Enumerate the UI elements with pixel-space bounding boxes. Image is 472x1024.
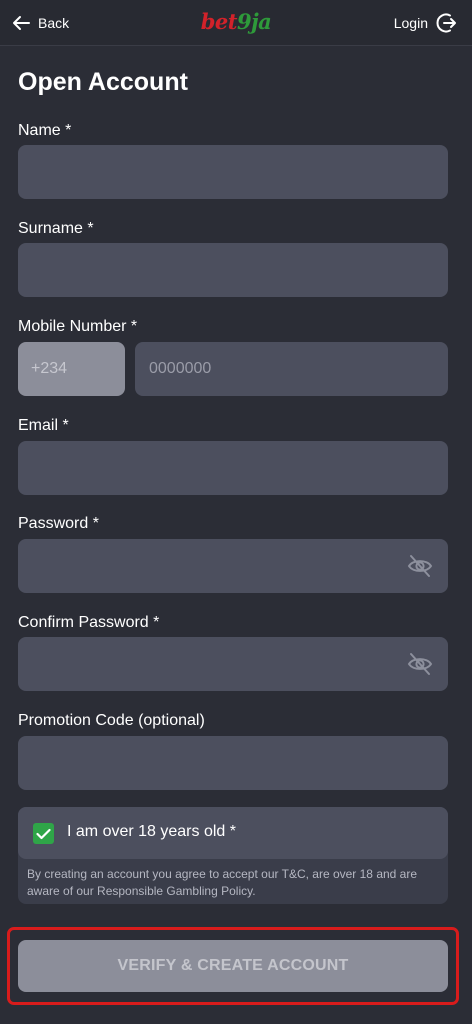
surname-label: Surname *: [18, 220, 94, 237]
login-arrow-circle-icon: [436, 13, 456, 33]
password-input[interactable]: [18, 539, 448, 593]
country-code: +234: [18, 342, 125, 396]
promo-label: Promotion Code (optional): [18, 712, 205, 729]
logo-bet: bet: [200, 9, 238, 34]
login-button[interactable]: Login: [394, 11, 458, 35]
promo-input[interactable]: [18, 736, 448, 790]
name-label: Name *: [18, 122, 72, 139]
confirm-password-input[interactable]: [18, 637, 448, 691]
mobile-input[interactable]: [135, 342, 448, 396]
terms-disclaimer: By creating an account you agree to acce…: [27, 867, 418, 898]
eye-slash-icon[interactable]: [406, 552, 434, 580]
login-label: Login: [393, 15, 428, 31]
verify-create-account-button[interactable]: VERIFY & CREATE ACCOUNT: [18, 940, 448, 992]
age-confirm-row[interactable]: I am over 18 years old *: [18, 807, 448, 859]
password-label: Password *: [18, 515, 99, 532]
page-title: Open Account: [18, 68, 188, 96]
app-header: Back bet9ja Login: [0, 0, 472, 46]
age-checkbox[interactable]: [33, 823, 54, 844]
surname-input[interactable]: [18, 243, 448, 297]
logo-9ja: 9ja: [236, 9, 272, 34]
email-label: Email *: [18, 417, 69, 434]
check-icon: [36, 828, 51, 839]
confirm-password-label: Confirm Password *: [18, 614, 160, 631]
name-input[interactable]: [18, 145, 448, 199]
email-input[interactable]: [18, 441, 448, 495]
mobile-label: Mobile Number *: [18, 318, 138, 335]
terms-box: I am over 18 years old * By creating an …: [18, 807, 448, 904]
age-label: I am over 18 years old *: [67, 823, 236, 840]
eye-slash-icon[interactable]: [406, 650, 434, 678]
